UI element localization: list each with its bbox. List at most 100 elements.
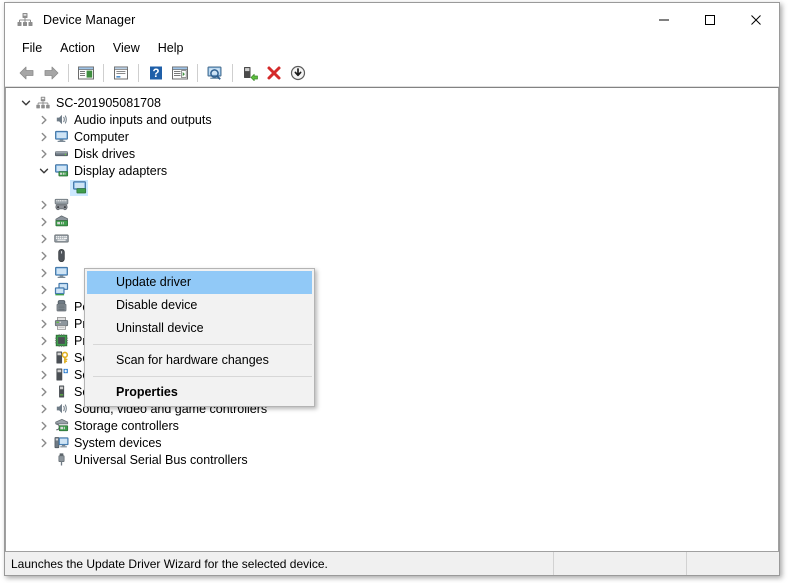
tree-row-computer[interactable]: Computer [6,128,778,145]
chevron-right-icon[interactable] [36,265,52,281]
back-button[interactable] [15,62,39,84]
properties-button[interactable] [109,62,133,84]
maximize-button[interactable] [687,3,733,36]
chevron-right-icon[interactable] [36,112,52,128]
display-adapter-icon [52,163,70,179]
update-driver-button[interactable] [286,62,310,84]
ide-ata-controllers-icon [52,214,70,230]
tree-label-root: SC-201905081708 [56,95,161,110]
show-hide-console-tree-button[interactable] [74,62,98,84]
tree-row-root[interactable]: SC-201905081708 [6,94,778,111]
tree-row-usb-controllers[interactable]: Universal Serial Bus controllers [6,451,778,468]
scan-for-hardware-changes-button[interactable] [238,62,262,84]
menu-bar: File Action View Help [5,36,779,60]
menu-help[interactable]: Help [149,38,193,58]
chevron-right-icon[interactable] [36,146,52,162]
keyboard-icon [52,231,70,247]
context-menu-separator [93,376,312,377]
status-message: Launches the Update Driver Wizard for th… [5,552,554,575]
tree-row-system-devices[interactable]: System devices [6,434,778,451]
tree-label-audio: Audio inputs and outputs [74,112,212,127]
menu-view[interactable]: View [104,38,149,58]
tree-row-ide-ata-controllers[interactable] [6,213,778,230]
chevron-down-icon[interactable] [36,163,52,179]
chevron-right-icon[interactable] [36,401,52,417]
chevron-down-icon[interactable] [18,95,34,111]
chevron-right-icon[interactable] [36,299,52,315]
forward-button[interactable] [39,62,63,84]
tree-row-keyboards[interactable] [6,230,778,247]
tree-row-storage-controllers[interactable]: Storage controllers [6,417,778,434]
maximize-icon [705,14,715,25]
context-menu-item-disable-device[interactable]: Disable device [87,294,312,317]
chevron-right-icon[interactable] [36,316,52,332]
context-menu[interactable]: Update driver Disable device Uninstall d… [84,268,315,407]
disk-drive-icon [52,146,70,162]
chevron-right-icon[interactable] [36,197,52,213]
menu-file[interactable]: File [13,38,51,58]
show-hide-console-tree-icon [78,66,94,80]
back-icon [19,66,34,80]
status-panel-2 [554,552,687,575]
context-menu-item-scan-for-hardware-changes[interactable]: Scan for hardware changes [87,349,312,372]
close-button[interactable] [733,3,779,36]
toolbar-separator [138,64,139,82]
show-hide-action-pane-button[interactable] [168,62,192,84]
minimize-icon [659,19,669,20]
speaker-icon [52,401,70,417]
chevron-right-icon[interactable] [36,129,52,145]
tree-row-disk-drives[interactable]: Disk drives [6,145,778,162]
chevron-right-icon[interactable] [36,231,52,247]
monitor-icon [52,129,70,145]
port-icon [52,299,70,315]
svg-text:?: ? [152,68,159,80]
toolbar-separator [68,64,69,82]
tree-label-display-adapters: Display adapters [74,163,168,178]
properties-icon [114,66,128,80]
tree-row-display-adapters[interactable]: Display adapters [6,162,778,179]
chevron-right-icon[interactable] [36,282,52,298]
close-icon [751,14,761,25]
toolbar: ? [5,60,779,87]
tree-row-mice[interactable] [6,247,778,264]
context-menu-item-uninstall-device[interactable]: Uninstall device [87,317,312,340]
tree-row-human-interface-devices[interactable] [6,196,778,213]
tree-row-audio[interactable]: Audio inputs and outputs [6,111,778,128]
chevron-right-icon[interactable] [36,418,52,434]
status-panel-3 [687,552,779,575]
printer-icon [52,316,70,332]
context-menu-item-properties[interactable]: Properties [87,381,312,404]
uninstall-device-button[interactable] [262,62,286,84]
tree-label-disk-drives: Disk drives [74,146,136,161]
tree-label-system-devices: System devices [74,435,162,450]
device-manager-icon [16,11,34,29]
chevron-right-icon[interactable] [36,435,52,451]
no-chevron-icon [54,180,70,196]
minimize-button[interactable] [641,3,687,36]
help-button[interactable]: ? [144,62,168,84]
window-title: Device Manager [43,12,136,27]
show-hide-action-pane-icon [172,66,188,80]
chevron-right-icon[interactable] [36,248,52,264]
uninstall-device-icon [267,66,281,80]
no-chevron-icon [36,452,52,468]
security-device-icon [52,350,70,366]
title-bar: Device Manager [5,3,779,36]
chevron-right-icon[interactable] [36,367,52,383]
display-adapter-child-icon [70,179,88,196]
chevron-right-icon[interactable] [36,350,52,366]
scan-display-button[interactable] [203,62,227,84]
window-controls [641,3,779,36]
toolbar-separator [103,64,104,82]
menu-action[interactable]: Action [51,38,104,58]
monitor-icon [52,265,70,281]
chevron-right-icon[interactable] [36,384,52,400]
chevron-right-icon[interactable] [36,214,52,230]
help-icon: ? [150,66,162,80]
human-interface-devices-icon [52,197,70,213]
device-tree-panel[interactable]: SC-201905081708 Audio inputs and outputs… [5,87,779,552]
tree-label-usb-controllers: Universal Serial Bus controllers [74,452,248,467]
context-menu-item-update-driver[interactable]: Update driver [87,271,312,294]
chevron-right-icon[interactable] [36,333,52,349]
tree-row-selected-display-adapter[interactable] [6,179,778,196]
